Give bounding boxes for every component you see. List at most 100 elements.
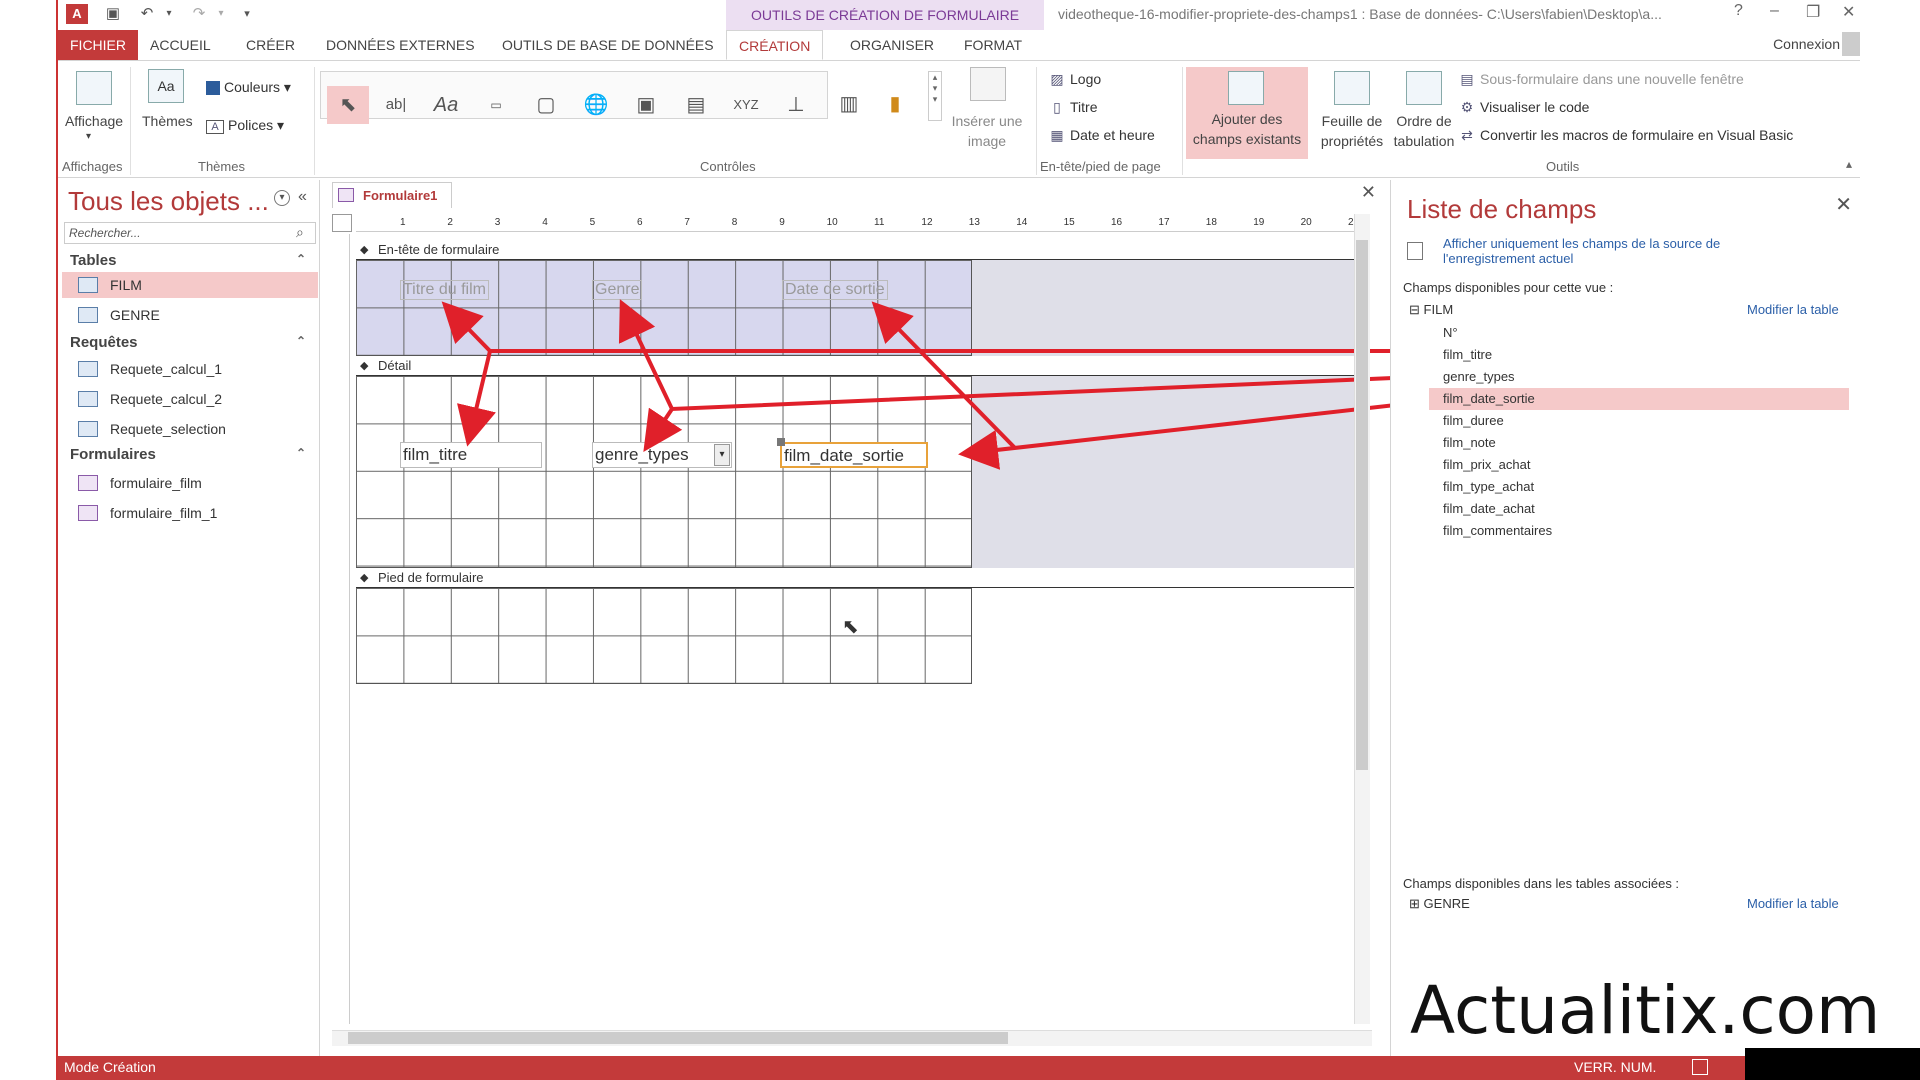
tab-fichier[interactable]: FICHIER bbox=[58, 30, 138, 60]
field-item-film-commentaires[interactable]: film_commentaires bbox=[1429, 520, 1849, 542]
filter-fields-icon[interactable] bbox=[1407, 242, 1423, 260]
nav-item-table-film[interactable]: FILM bbox=[62, 272, 318, 298]
collapse-nav-icon[interactable]: « bbox=[298, 188, 307, 206]
field-item-film-prix-achat[interactable]: film_prix_achat bbox=[1429, 454, 1849, 476]
nav-item-query-2[interactable]: Requete_calcul_2 bbox=[62, 386, 318, 412]
themes-icon[interactable]: Aa bbox=[148, 69, 184, 103]
label-control-icon[interactable]: Aa bbox=[425, 86, 467, 124]
nav-search-input[interactable]: Rechercher... bbox=[64, 222, 316, 244]
field-item-film-type-achat[interactable]: film_type_achat bbox=[1429, 476, 1849, 498]
modify-related-table-link[interactable]: Modifier la table bbox=[1747, 896, 1839, 911]
collapse-chevron-icon[interactable]: ⌃ bbox=[296, 252, 306, 266]
close-window-button[interactable]: ✕ bbox=[1842, 2, 1855, 22]
select-pointer-icon[interactable]: ⬉ bbox=[327, 86, 369, 124]
tab-control-icon[interactable]: ▢ bbox=[525, 86, 567, 124]
undo-icon[interactable]: ↶ bbox=[136, 4, 158, 24]
inserer-image-button[interactable]: Insérer une bbox=[946, 113, 1028, 129]
ordre-tabulation-button-line2[interactable]: tabulation bbox=[1388, 133, 1460, 149]
collapse-node-icon[interactable]: ⊟ bbox=[1409, 302, 1420, 317]
affichage-icon[interactable] bbox=[76, 71, 112, 105]
chart-control-icon[interactable]: ▮ bbox=[874, 85, 916, 123]
visualiser-code-button[interactable]: ⚙ Visualiser le code bbox=[1458, 99, 1590, 116]
collapse-chevron-icon[interactable]: ⌃ bbox=[296, 446, 306, 460]
nav-dropdown-icon[interactable]: ▾ bbox=[274, 190, 290, 206]
field-item-film-date-achat[interactable]: film_date_achat bbox=[1429, 498, 1849, 520]
field-item-film-duree[interactable]: film_duree bbox=[1429, 410, 1849, 432]
access-app-icon[interactable]: A bbox=[66, 4, 88, 24]
tab-creer[interactable]: CRÉER bbox=[234, 30, 307, 60]
tab-creation[interactable]: CRÉATION bbox=[726, 30, 824, 60]
undo-dropdown-icon[interactable]: ▾ bbox=[158, 4, 180, 24]
nav-category-requetes[interactable]: Requêtes ⌃ bbox=[70, 334, 310, 351]
nav-item-query-3[interactable]: Requete_selection bbox=[62, 416, 318, 442]
restore-button[interactable]: ❐ bbox=[1806, 2, 1820, 22]
tab-organiser[interactable]: ORGANISER bbox=[838, 30, 946, 60]
redo-dropdown-icon[interactable]: ▾ bbox=[210, 4, 232, 24]
feuille-proprietes-button[interactable]: Feuille de bbox=[1312, 113, 1392, 129]
nav-category-tables[interactable]: Tables ⌃ bbox=[70, 252, 310, 269]
textbox-control-icon[interactable]: ab| bbox=[375, 86, 417, 124]
insert-image-icon[interactable] bbox=[970, 67, 1006, 101]
document-title: videotheque-16-modifier-propriete-des-ch… bbox=[1058, 6, 1662, 22]
themes-button[interactable]: Thèmes bbox=[142, 113, 193, 129]
nav-item-query-1[interactable]: Requete_calcul_1 bbox=[62, 356, 318, 382]
sous-formulaire-button[interactable]: ▤ Sous-formulaire dans une nouvelle fenêt… bbox=[1458, 71, 1743, 88]
scrollbar-thumb[interactable] bbox=[1356, 240, 1368, 770]
customize-qat-icon[interactable]: ▾ bbox=[236, 4, 258, 24]
affichage-dropdown-icon[interactable]: ▾ bbox=[86, 131, 91, 142]
field-item-film-note[interactable]: film_note bbox=[1429, 432, 1849, 454]
logo-icon: ▨ bbox=[1050, 71, 1064, 87]
hyperlink-control-icon[interactable]: 🌐 bbox=[575, 86, 617, 124]
tab-outils-base-de-donnees[interactable]: OUTILS DE BASE DE DONNÉES bbox=[490, 30, 726, 60]
show-only-current-source-link[interactable]: Afficher uniquement les champs de la sou… bbox=[1443, 236, 1763, 266]
polices-button[interactable]: A Polices ▾ bbox=[206, 117, 284, 134]
page-break-control-icon[interactable]: ⊥ bbox=[775, 86, 817, 124]
field-item-film-titre[interactable]: film_titre bbox=[1429, 344, 1849, 366]
convertir-macros-button[interactable]: ⇄ Convertir les macros de formulaire en V… bbox=[1458, 127, 1793, 144]
collapse-chevron-icon[interactable]: ⌃ bbox=[296, 334, 306, 348]
field-item-genre-types[interactable]: genre_types bbox=[1429, 366, 1849, 388]
feuille-proprietes-button-line2[interactable]: propriétés bbox=[1312, 133, 1392, 149]
scrollbar-thumb[interactable] bbox=[348, 1032, 1008, 1044]
ajouter-champs-existants-button[interactable]: Ajouter des champs existants bbox=[1186, 67, 1308, 159]
save-icon[interactable]: ▣ bbox=[102, 4, 124, 24]
modify-table-link[interactable]: Modifier la table bbox=[1747, 302, 1839, 317]
affichage-button[interactable]: Affichage bbox=[62, 113, 126, 129]
search-icon[interactable]: ⌕ bbox=[296, 224, 304, 241]
redo-icon[interactable]: ↷ bbox=[188, 4, 210, 24]
nav-pane-title[interactable]: Tous les objets ... bbox=[68, 186, 269, 217]
tab-format[interactable]: FORMAT bbox=[952, 30, 1034, 60]
couleurs-button[interactable]: Couleurs ▾ bbox=[206, 79, 291, 96]
tab-accueil[interactable]: ACCUEIL bbox=[138, 30, 223, 60]
collapse-ribbon-icon[interactable]: ▴ bbox=[1846, 157, 1852, 171]
close-field-list-icon[interactable]: ✕ bbox=[1835, 192, 1852, 217]
gallery-scroll-icon[interactable]: ▴ ▾ ▾ bbox=[928, 71, 942, 121]
date-heure-button[interactable]: ▦ Date et heure bbox=[1048, 127, 1154, 144]
logo-button[interactable]: ▨ Logo bbox=[1048, 71, 1101, 88]
nav-item-table-genre[interactable]: GENRE bbox=[62, 302, 318, 328]
form-view-icon[interactable] bbox=[1692, 1059, 1708, 1075]
inserer-image-button-line2[interactable]: image bbox=[946, 133, 1028, 149]
web-browser-control-icon[interactable]: ▣ bbox=[625, 86, 667, 124]
user-avatar[interactable] bbox=[1842, 32, 1860, 56]
expand-node-icon[interactable]: ⊞ bbox=[1409, 896, 1420, 911]
nav-item-form-1[interactable]: formulaire_film bbox=[62, 470, 318, 496]
button-control-icon[interactable]: ▭ bbox=[475, 86, 517, 124]
tab-donnees-externes[interactable]: DONNÉES EXTERNES bbox=[314, 30, 487, 60]
nav-category-formulaires[interactable]: Formulaires ⌃ bbox=[70, 446, 310, 463]
ordre-tabulation-button[interactable]: Ordre de bbox=[1388, 113, 1460, 129]
minimize-button[interactable]: – bbox=[1770, 2, 1779, 20]
combo-control-icon[interactable]: ▥ bbox=[828, 85, 870, 123]
genre-table-node[interactable]: ⊞ GENRE bbox=[1409, 896, 1470, 912]
connexion-link[interactable]: Connexion bbox=[1773, 36, 1840, 52]
field-item-n[interactable]: N° bbox=[1429, 322, 1849, 344]
field-item-film-date-sortie[interactable]: film_date_sortie bbox=[1429, 388, 1849, 410]
option-group-control-icon[interactable]: XYZ bbox=[725, 86, 767, 124]
tab-order-icon[interactable] bbox=[1406, 71, 1442, 105]
film-table-node[interactable]: ⊟ FILM bbox=[1409, 302, 1453, 318]
nav-item-form-2[interactable]: formulaire_film_1 bbox=[62, 500, 318, 526]
help-button[interactable]: ? bbox=[1734, 2, 1743, 20]
titre-button[interactable]: ▯ Titre bbox=[1048, 99, 1097, 116]
navigation-control-icon[interactable]: ▤ bbox=[675, 86, 717, 124]
property-sheet-icon[interactable] bbox=[1334, 71, 1370, 105]
